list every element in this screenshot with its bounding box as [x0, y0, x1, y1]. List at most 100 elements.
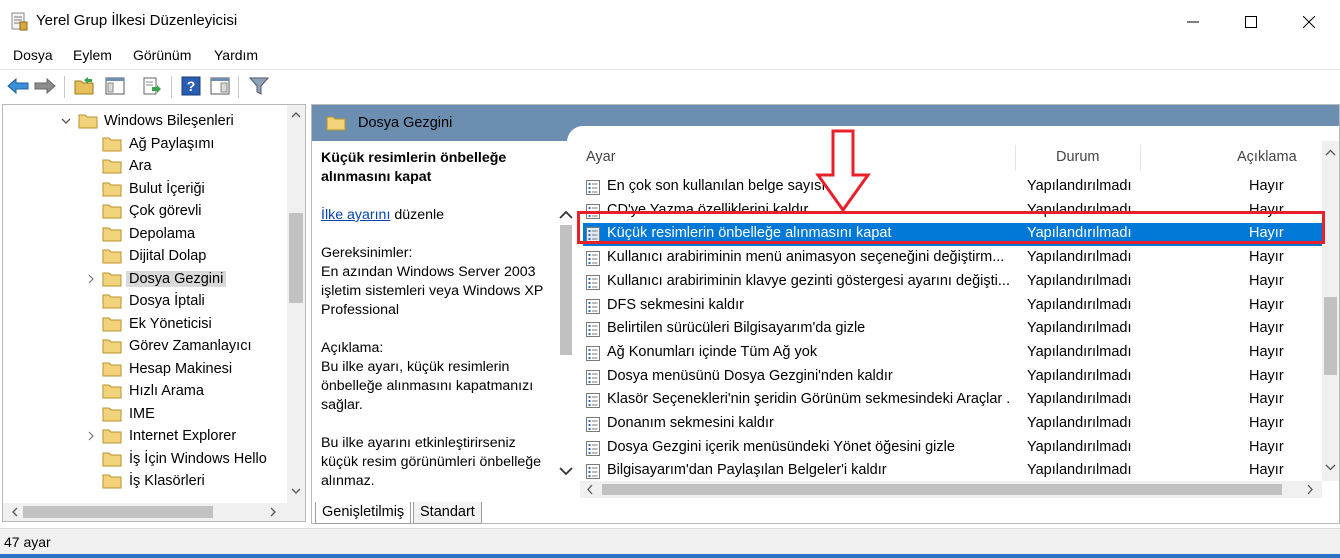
- annotation-highlight-box: [577, 211, 1325, 244]
- tree-item[interactable]: İş İçin Windows Hello: [3, 448, 288, 470]
- properties-button[interactable]: [208, 75, 232, 97]
- table-row[interactable]: En çok son kullanılan belge sayısı Yapıla…: [583, 176, 1323, 199]
- tree-item[interactable]: Dijital Dolap: [3, 245, 288, 267]
- policy-state: Yapılandırılmadı: [1027, 320, 1132, 337]
- description-scroll-up-icon[interactable]: [557, 207, 575, 223]
- list-scroll-up-icon[interactable]: [1322, 145, 1339, 161]
- list-scroll-down-icon[interactable]: [1322, 459, 1339, 475]
- filter-icon: [249, 77, 269, 95]
- help-button[interactable]: ?: [179, 75, 203, 97]
- tree-vertical-scrollbar[interactable]: [287, 105, 305, 503]
- description-scroll-down-icon[interactable]: [557, 463, 575, 479]
- policy-name: Dosya Gezgini içerik menüsündeki Yönet ö…: [607, 438, 955, 455]
- filter-button[interactable]: [247, 75, 271, 97]
- policy-name: Donanım sekmesini kaldır: [607, 415, 774, 431]
- table-row[interactable]: Klasör Seçenekleri'nin şeridin Görünüm s…: [583, 389, 1323, 412]
- tree-item[interactable]: Dosya Gezgini: [3, 268, 288, 290]
- list-scroll-right-icon[interactable]: [1302, 481, 1318, 498]
- folder-icon: [102, 136, 122, 152]
- menu-yardim[interactable]: Yardım: [214, 44, 258, 63]
- list-hscroll-thumb[interactable]: [602, 484, 1282, 495]
- tree-item-label: Internet Explorer: [129, 428, 237, 444]
- table-row[interactable]: Belirtilen sürücüleri Bilgisayarım'da gi…: [583, 318, 1323, 341]
- column-header-state[interactable]: Durum: [1056, 149, 1100, 165]
- chevron-right-icon[interactable]: [85, 273, 97, 285]
- scroll-left-icon[interactable]: [7, 503, 23, 521]
- edit-policy-link[interactable]: İlke ayarını: [321, 207, 390, 223]
- table-row[interactable]: Kullanıcı arabiriminin menü animasyon se…: [583, 247, 1323, 270]
- menu-eylem[interactable]: Eylem: [73, 44, 112, 63]
- tree-item[interactable]: Ara: [3, 155, 288, 177]
- tab-standard[interactable]: Standart: [413, 502, 482, 524]
- show-hide-tree-button[interactable]: [103, 75, 127, 97]
- tree-item[interactable]: Depolama: [3, 223, 288, 245]
- policy-description: Küçük resimlerin önbelleğe alınmasını ka…: [321, 149, 553, 510]
- table-row[interactable]: Donanım sekmesini kaldır Yapılandırılmadı…: [583, 413, 1323, 436]
- column-header-comment[interactable]: Açıklama: [1237, 149, 1297, 165]
- description-scroll-thumb[interactable]: [560, 225, 572, 355]
- tree-item[interactable]: Dosya İptali: [3, 290, 288, 312]
- list-horizontal-scrollbar[interactable]: [580, 481, 1322, 498]
- properties-icon: [210, 77, 230, 95]
- tree-item[interactable]: Hızlı Arama: [3, 380, 288, 402]
- table-row[interactable]: DFS sekmesini kaldır Yapılandırılmadı Hayı…: [583, 295, 1323, 318]
- back-button[interactable]: [6, 75, 30, 97]
- tree-scroll-thumb[interactable]: [289, 213, 303, 303]
- export-list-icon: [143, 77, 161, 95]
- tree-item[interactable]: Bulut İçeriği: [3, 178, 288, 200]
- policy-state: Yapılandırılmadı: [1027, 438, 1132, 455]
- table-row[interactable]: Ağ Konumları içinde Tüm Ağ yok Yapılandır…: [583, 342, 1323, 365]
- list-scroll-thumb[interactable]: [1324, 297, 1337, 375]
- chevron-right-icon[interactable]: [85, 430, 97, 442]
- folder-icon: [102, 158, 122, 174]
- folder-icon: [102, 293, 122, 309]
- tree-item[interactable]: IME: [3, 403, 288, 425]
- export-list-button[interactable]: [140, 75, 164, 97]
- tree-item-label: Çok görevli: [129, 203, 202, 219]
- close-icon: [1303, 16, 1315, 28]
- tree-hscroll-thumb[interactable]: [23, 506, 213, 518]
- forward-button[interactable]: [33, 75, 57, 97]
- scroll-up-icon[interactable]: [287, 107, 305, 123]
- table-row[interactable]: Bilgisayarım'dan Paylaşılan Belgeler'i k…: [583, 460, 1323, 483]
- tree-item[interactable]: Çok görevli: [3, 200, 288, 222]
- tree-item[interactable]: İş Klasörleri: [3, 470, 288, 492]
- show-hide-tree-icon: [105, 77, 125, 95]
- chevron-down-icon[interactable]: [60, 115, 72, 127]
- up-one-level-button[interactable]: [72, 75, 96, 97]
- tree-item[interactable]: Hesap Makinesi: [3, 358, 288, 380]
- policy-setting-icon: [586, 369, 600, 385]
- tree-item[interactable]: Ek Yöneticisi: [3, 313, 288, 335]
- tree-item[interactable]: Windows Bileşenleri: [3, 110, 288, 132]
- help-icon: ?: [181, 76, 201, 96]
- list-scroll-left-icon[interactable]: [582, 481, 598, 498]
- toolbar: ?: [0, 69, 1340, 102]
- menu-dosya[interactable]: Dosya: [13, 44, 53, 63]
- folder-icon: [102, 473, 122, 489]
- minimize-button[interactable]: [1164, 0, 1222, 44]
- column-header-setting[interactable]: Ayar: [586, 149, 616, 165]
- requirements-label: Gereksinimler:: [321, 245, 413, 261]
- tree-item-label: IME: [129, 405, 155, 422]
- status-bar: 47 ayar: [0, 528, 1340, 554]
- maximize-button[interactable]: [1222, 0, 1280, 44]
- menu-gorunum[interactable]: Görünüm: [133, 44, 191, 63]
- tree-horizontal-scrollbar[interactable]: [3, 503, 305, 521]
- folder-icon: [102, 428, 122, 444]
- scroll-down-icon[interactable]: [287, 483, 305, 499]
- tree-item[interactable]: Ağ Paylaşımı: [3, 133, 288, 155]
- scroll-right-icon[interactable]: [265, 503, 281, 521]
- policy-name: DFS sekmesini kaldır: [607, 296, 744, 313]
- list-vertical-scrollbar[interactable]: [1322, 141, 1339, 481]
- tree-item-label: Dijital Dolap: [129, 248, 207, 264]
- folder-icon: [102, 248, 122, 264]
- table-row[interactable]: Dosya menüsünü Dosya Gezgini'nden kaldır…: [583, 366, 1323, 389]
- policy-name: Ağ Konumları içinde Tüm Ağ yok: [607, 343, 818, 360]
- close-button[interactable]: [1280, 0, 1338, 44]
- table-row[interactable]: Kullanıcı arabiriminin klavye gezinti gö…: [583, 271, 1323, 294]
- table-row[interactable]: Dosya Gezgini içerik menüsündeki Yönet ö…: [583, 437, 1323, 460]
- tree-item[interactable]: Görev Zamanlayıcı: [3, 335, 288, 357]
- forward-arrow-icon: [34, 78, 56, 94]
- tab-extended[interactable]: Genişletilmiş: [315, 502, 412, 524]
- tree-item[interactable]: Internet Explorer: [3, 425, 288, 447]
